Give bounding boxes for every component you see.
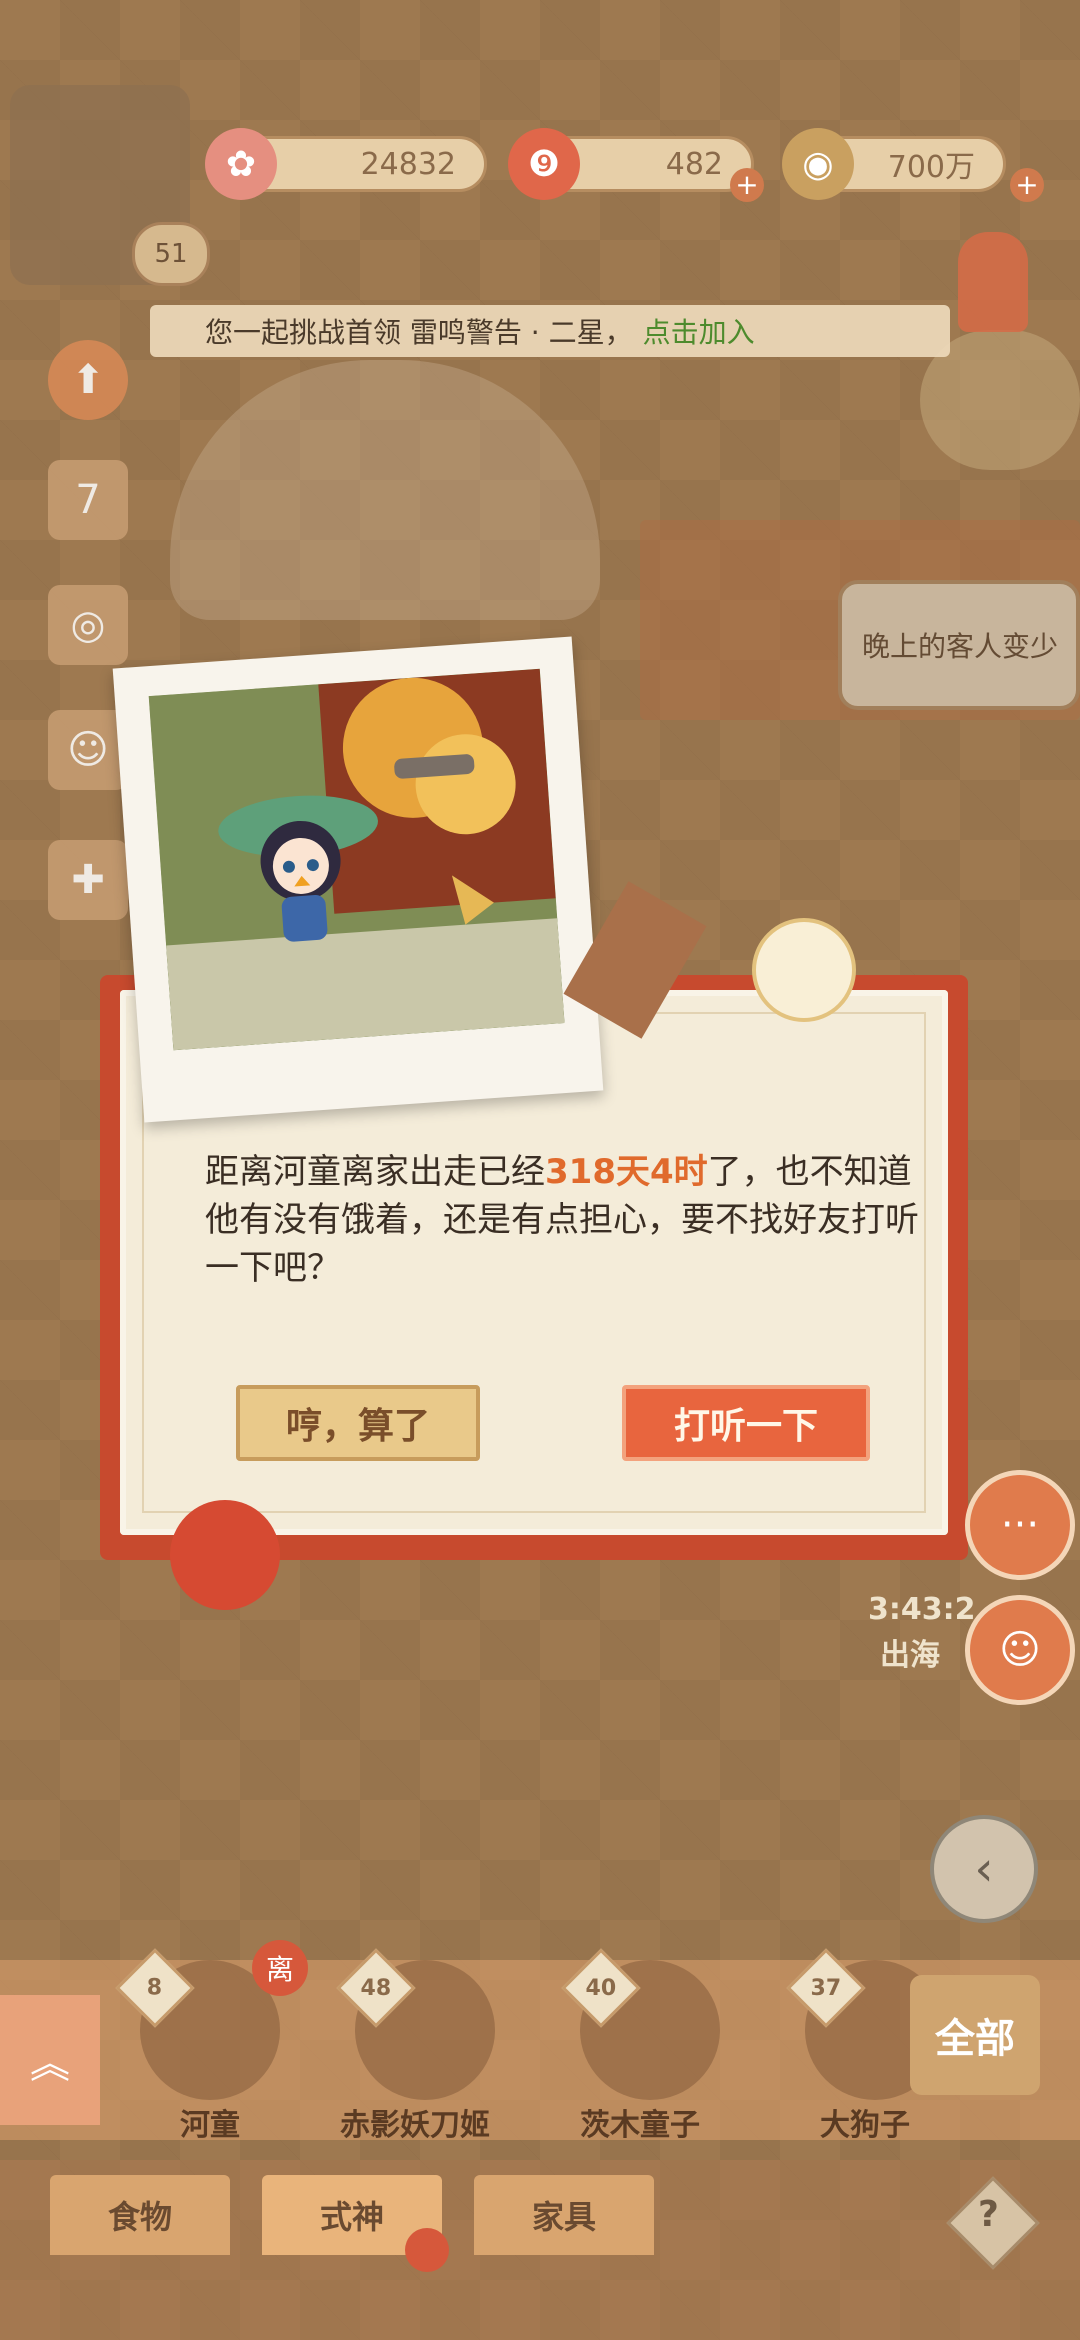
decline-button[interactable]: 哼，算了: [236, 1385, 480, 1461]
up-arrow-icon[interactable]: ⬆: [48, 340, 128, 420]
message-text-start: 距离河童离家出走已经: [205, 1152, 545, 1192]
kappa-photo-image: [148, 668, 565, 1051]
magatama-icon: ❾: [508, 128, 580, 200]
ask-friends-button[interactable]: 打听一下: [622, 1385, 870, 1461]
red-plum-blossom-decor: [170, 1500, 280, 1610]
banner-text: 您一起挑战首领 雷鸣警告 · 二星，: [205, 316, 633, 349]
away-duration: 318天4时: [545, 1152, 708, 1192]
gem-currency-value: 482: [665, 146, 723, 182]
gacha-icon[interactable]: ◎: [48, 585, 128, 665]
tab-furniture[interactable]: 家具: [474, 2175, 654, 2255]
character-name: 赤影妖刀姬: [340, 2108, 490, 2143]
plum-blossom-decor: [752, 918, 856, 1022]
koinobori-fish-icon[interactable]: [958, 232, 1028, 332]
sail-label: 出海: [880, 1638, 940, 1673]
character-name: 大狗子: [820, 2108, 910, 2143]
gem-plus-button[interactable]: +: [730, 168, 764, 202]
tab-food[interactable]: 食物: [50, 2175, 230, 2255]
sakura-icon: ✿: [205, 128, 277, 200]
coin-plus-button[interactable]: +: [1010, 168, 1044, 202]
coin-currency-value: 700万: [887, 150, 975, 185]
character-side-button[interactable]: ☺: [965, 1595, 1075, 1705]
chat-button[interactable]: ···: [965, 1470, 1075, 1580]
player-level: 51: [132, 222, 210, 286]
sakura-currency-value: 24832: [360, 146, 456, 182]
calendar-icon[interactable]: 7: [48, 460, 128, 540]
character-name: 河童: [180, 2108, 240, 2143]
banner-join-link[interactable]: 点击加入: [643, 311, 755, 351]
back-button[interactable]: ‹: [930, 1815, 1038, 1923]
dialog-message: 距离河童离家出走已经318天4时了，也不知道他有没有饿着，还是有点担心，要不找好…: [205, 1148, 945, 1292]
character-name: 茨木童子: [580, 2108, 700, 2143]
sail-timer: 3:43:2: [868, 1592, 976, 1627]
boss-invite-banner[interactable]: 您一起挑战首领 雷鸣警告 · 二星， 点击加入: [150, 305, 950, 357]
all-filter-button[interactable]: 全部: [910, 1975, 1040, 2095]
away-badge: 离: [252, 1940, 308, 1996]
coin-icon: ◉: [782, 128, 854, 200]
help-question-mark: ?: [978, 2194, 999, 2235]
gift-icon[interactable]: ✚: [48, 840, 128, 920]
notification-dot: [405, 2228, 449, 2272]
expand-roster-button[interactable]: ︽: [0, 1995, 100, 2125]
polaroid-photo: [112, 636, 604, 1123]
